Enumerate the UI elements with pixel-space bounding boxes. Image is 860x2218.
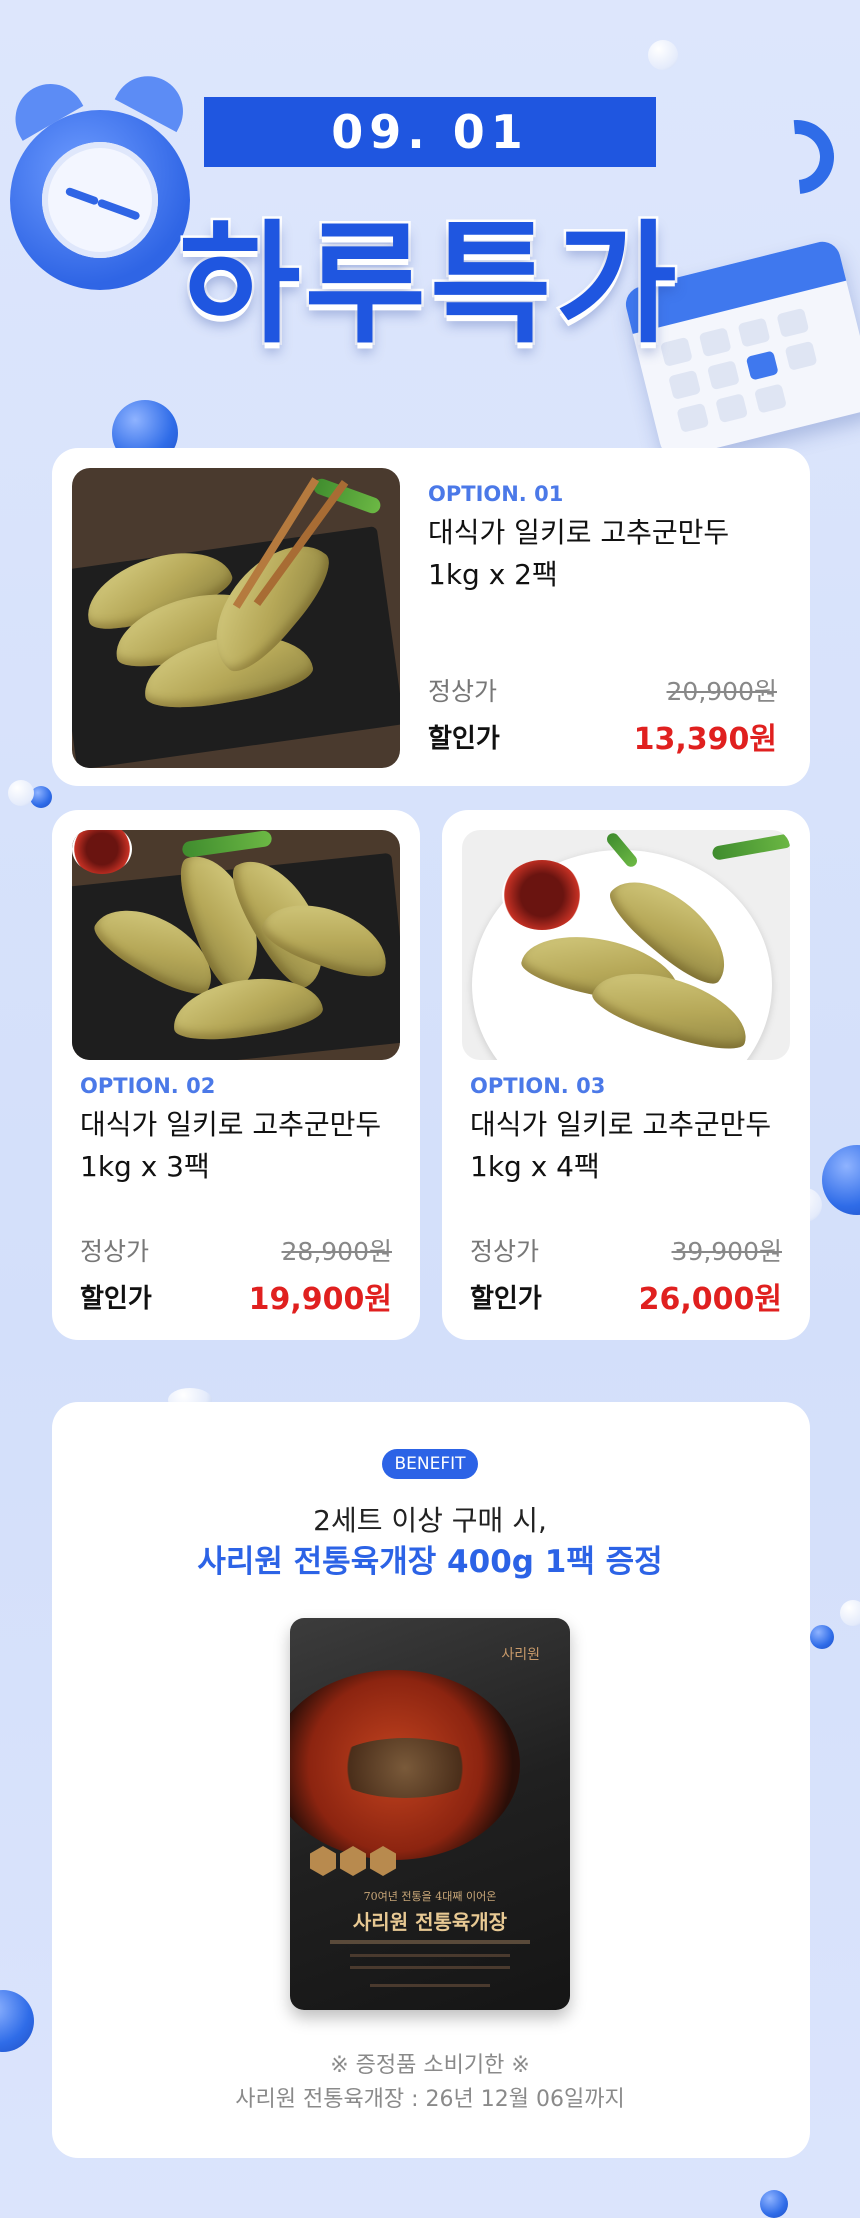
sale-price: 26,000원 xyxy=(638,1282,782,1317)
page-title: 하루특가 xyxy=(177,206,681,365)
benefit-badge: BENEFIT xyxy=(382,1449,478,1479)
date-banner: 09. 01 xyxy=(204,97,656,167)
product-quantity: 1kg x 3팩 xyxy=(80,1150,210,1183)
decor-sphere xyxy=(8,780,34,806)
regular-price-label: 정상가 xyxy=(428,677,498,706)
regular-price: 28,900원 xyxy=(281,1237,392,1266)
product-image xyxy=(72,468,400,768)
option-card-2[interactable]: OPTION. 02 대식가 일키로 고추군만두 1kg x 3팩 정상가 28… xyxy=(52,810,420,1340)
benefit-condition: 2세트 이상 구매 시, xyxy=(313,1504,547,1537)
sale-price: 13,390원 xyxy=(633,722,777,757)
product-name: 대식가 일키로 고추군만두 xyxy=(80,1108,382,1141)
regular-price-label: 정상가 xyxy=(470,1237,540,1266)
sale-price-label: 할인가 xyxy=(428,724,500,754)
product-quantity: 1kg x 2팩 xyxy=(428,558,558,591)
product-image xyxy=(72,830,400,1060)
option-tag: OPTION. 03 xyxy=(470,1074,606,1098)
product-name: 대식가 일키로 고추군만두 xyxy=(470,1108,772,1141)
option-card-1[interactable]: OPTION. 01 대식가 일키로 고추군만두 1kg x 2팩 정상가 20… xyxy=(52,448,810,786)
regular-price: 39,900원 xyxy=(671,1237,782,1266)
regular-price: 20,900원 xyxy=(666,677,777,706)
product-quantity: 1kg x 4팩 xyxy=(470,1150,600,1183)
pouch-product-name: 사리원 전통육개장 xyxy=(352,1910,508,1934)
sale-price-label: 할인가 xyxy=(80,1284,152,1314)
decor-sphere xyxy=(648,40,678,70)
benefit-gift: 사리원 전통육개장 400g 1팩 증정 xyxy=(197,1544,663,1580)
regular-price-label: 정상가 xyxy=(80,1237,150,1266)
option-card-3[interactable]: OPTION. 03 대식가 일키로 고추군만두 1kg x 4팩 정상가 39… xyxy=(442,810,810,1340)
decor-sphere xyxy=(840,1600,860,1626)
sale-price-label: 할인가 xyxy=(470,1284,542,1314)
pouch-brand: 사리원 xyxy=(501,1647,540,1663)
gift-product-image: 사리원 70여년 전통을 4대째 이어온 사리원 전통육개장 xyxy=(290,1618,570,2010)
decor-sphere xyxy=(810,1625,834,1649)
gift-expiry-date: 사리원 전통육개장 : 26년 12월 06일까지 xyxy=(235,2087,625,2112)
decor-sphere xyxy=(760,2190,788,2218)
product-image xyxy=(462,830,790,1060)
gift-expiry-title: ※ 증정품 소비기한 ※ xyxy=(330,2053,530,2078)
pouch-subtitle: 70여년 전통을 4대째 이어온 xyxy=(363,1890,497,1903)
event-date: 09. 01 xyxy=(331,105,529,159)
option-tag: OPTION. 02 xyxy=(80,1074,216,1098)
sale-price: 19,900원 xyxy=(248,1282,392,1317)
option-tag: OPTION. 01 xyxy=(428,482,564,506)
product-name: 대식가 일키로 고추군만두 xyxy=(428,516,730,549)
